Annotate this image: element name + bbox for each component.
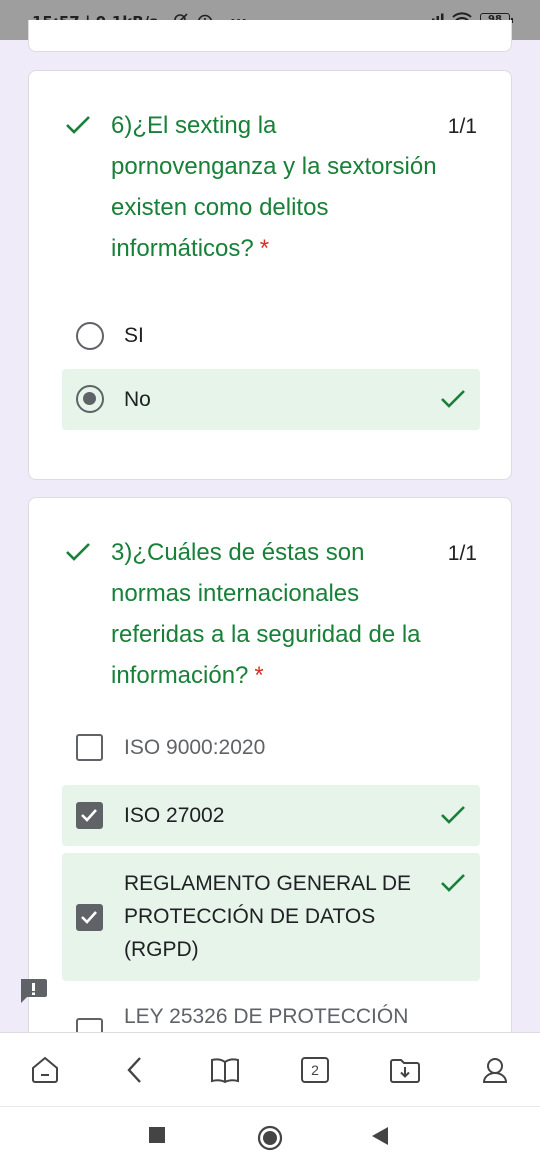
question-correct-check-icon xyxy=(66,543,90,561)
previous-question-card xyxy=(28,20,512,52)
option-iso-9000[interactable]: ISO 9000:2020 xyxy=(62,718,480,778)
option-si[interactable]: SI xyxy=(62,307,480,365)
bookmarks-button[interactable] xyxy=(208,1053,242,1087)
browser-bottom-toolbar: 2 xyxy=(0,1032,540,1106)
option-label: ISO 27002 xyxy=(124,804,225,827)
checkbox-checked[interactable] xyxy=(76,904,103,931)
question-correct-check-icon xyxy=(66,116,90,134)
profile-icon xyxy=(482,1058,508,1083)
question-card: 3)¿Cuáles de éstas son normas internacio… xyxy=(28,497,512,1117)
download-folder-icon xyxy=(390,1059,420,1083)
radio-button[interactable] xyxy=(76,322,104,350)
checkmark-icon xyxy=(81,809,97,822)
back-arrow-icon xyxy=(127,1057,141,1083)
back-nav-button[interactable] xyxy=(372,1127,388,1150)
correct-check-icon xyxy=(441,874,465,892)
option-no[interactable]: No xyxy=(62,369,480,430)
recents-icon xyxy=(149,1127,165,1143)
option-label: SI xyxy=(124,324,144,347)
checkmark-icon xyxy=(81,911,97,924)
home-icon xyxy=(32,1056,58,1083)
correct-check-icon xyxy=(441,390,465,408)
question-card: 6)¿El sexting la pornovenganza y la sext… xyxy=(28,70,512,480)
option-label: REGLAMENTO GENERAL DE PROTECCIÓN DE DATO… xyxy=(124,872,412,961)
recents-button[interactable] xyxy=(149,1127,165,1148)
option-iso-27002[interactable]: ISO 27002 xyxy=(62,785,480,846)
option-label: LEY 25326 DE PROTECCIÓN xyxy=(124,1005,409,1028)
home-nav-button[interactable] xyxy=(257,1125,283,1156)
checkbox-checked[interactable] xyxy=(76,802,103,829)
question-title: 6)¿El sexting la pornovenganza y la sext… xyxy=(111,112,437,262)
correct-check-icon xyxy=(441,806,465,824)
tabs-icon: 2 xyxy=(301,1057,329,1083)
question-score: 1/1 xyxy=(447,542,477,565)
option-label: ISO 9000:2020 xyxy=(124,736,266,759)
tabs-button[interactable]: 2 xyxy=(298,1053,332,1087)
question-score: 1/1 xyxy=(447,115,477,138)
required-asterisk: * xyxy=(254,662,264,689)
home-circle-icon xyxy=(257,1125,283,1151)
feedback-icon[interactable] xyxy=(18,977,48,1005)
book-icon xyxy=(211,1058,239,1084)
checkbox[interactable] xyxy=(76,734,103,761)
back-button[interactable] xyxy=(118,1053,152,1087)
back-triangle-icon xyxy=(372,1127,388,1145)
option-label: No xyxy=(124,388,151,411)
option-rgpd[interactable]: REGLAMENTO GENERAL DE PROTECCIÓN DE DATO… xyxy=(62,853,480,981)
home-button[interactable] xyxy=(28,1053,62,1087)
question-title: 3)¿Cuáles de éstas son normas internacio… xyxy=(111,539,421,689)
radio-button-selected[interactable] xyxy=(76,385,104,413)
system-navigation-bar xyxy=(0,1106,540,1170)
profile-button[interactable] xyxy=(478,1053,512,1087)
downloads-button[interactable] xyxy=(388,1053,422,1087)
required-asterisk: * xyxy=(259,235,270,262)
